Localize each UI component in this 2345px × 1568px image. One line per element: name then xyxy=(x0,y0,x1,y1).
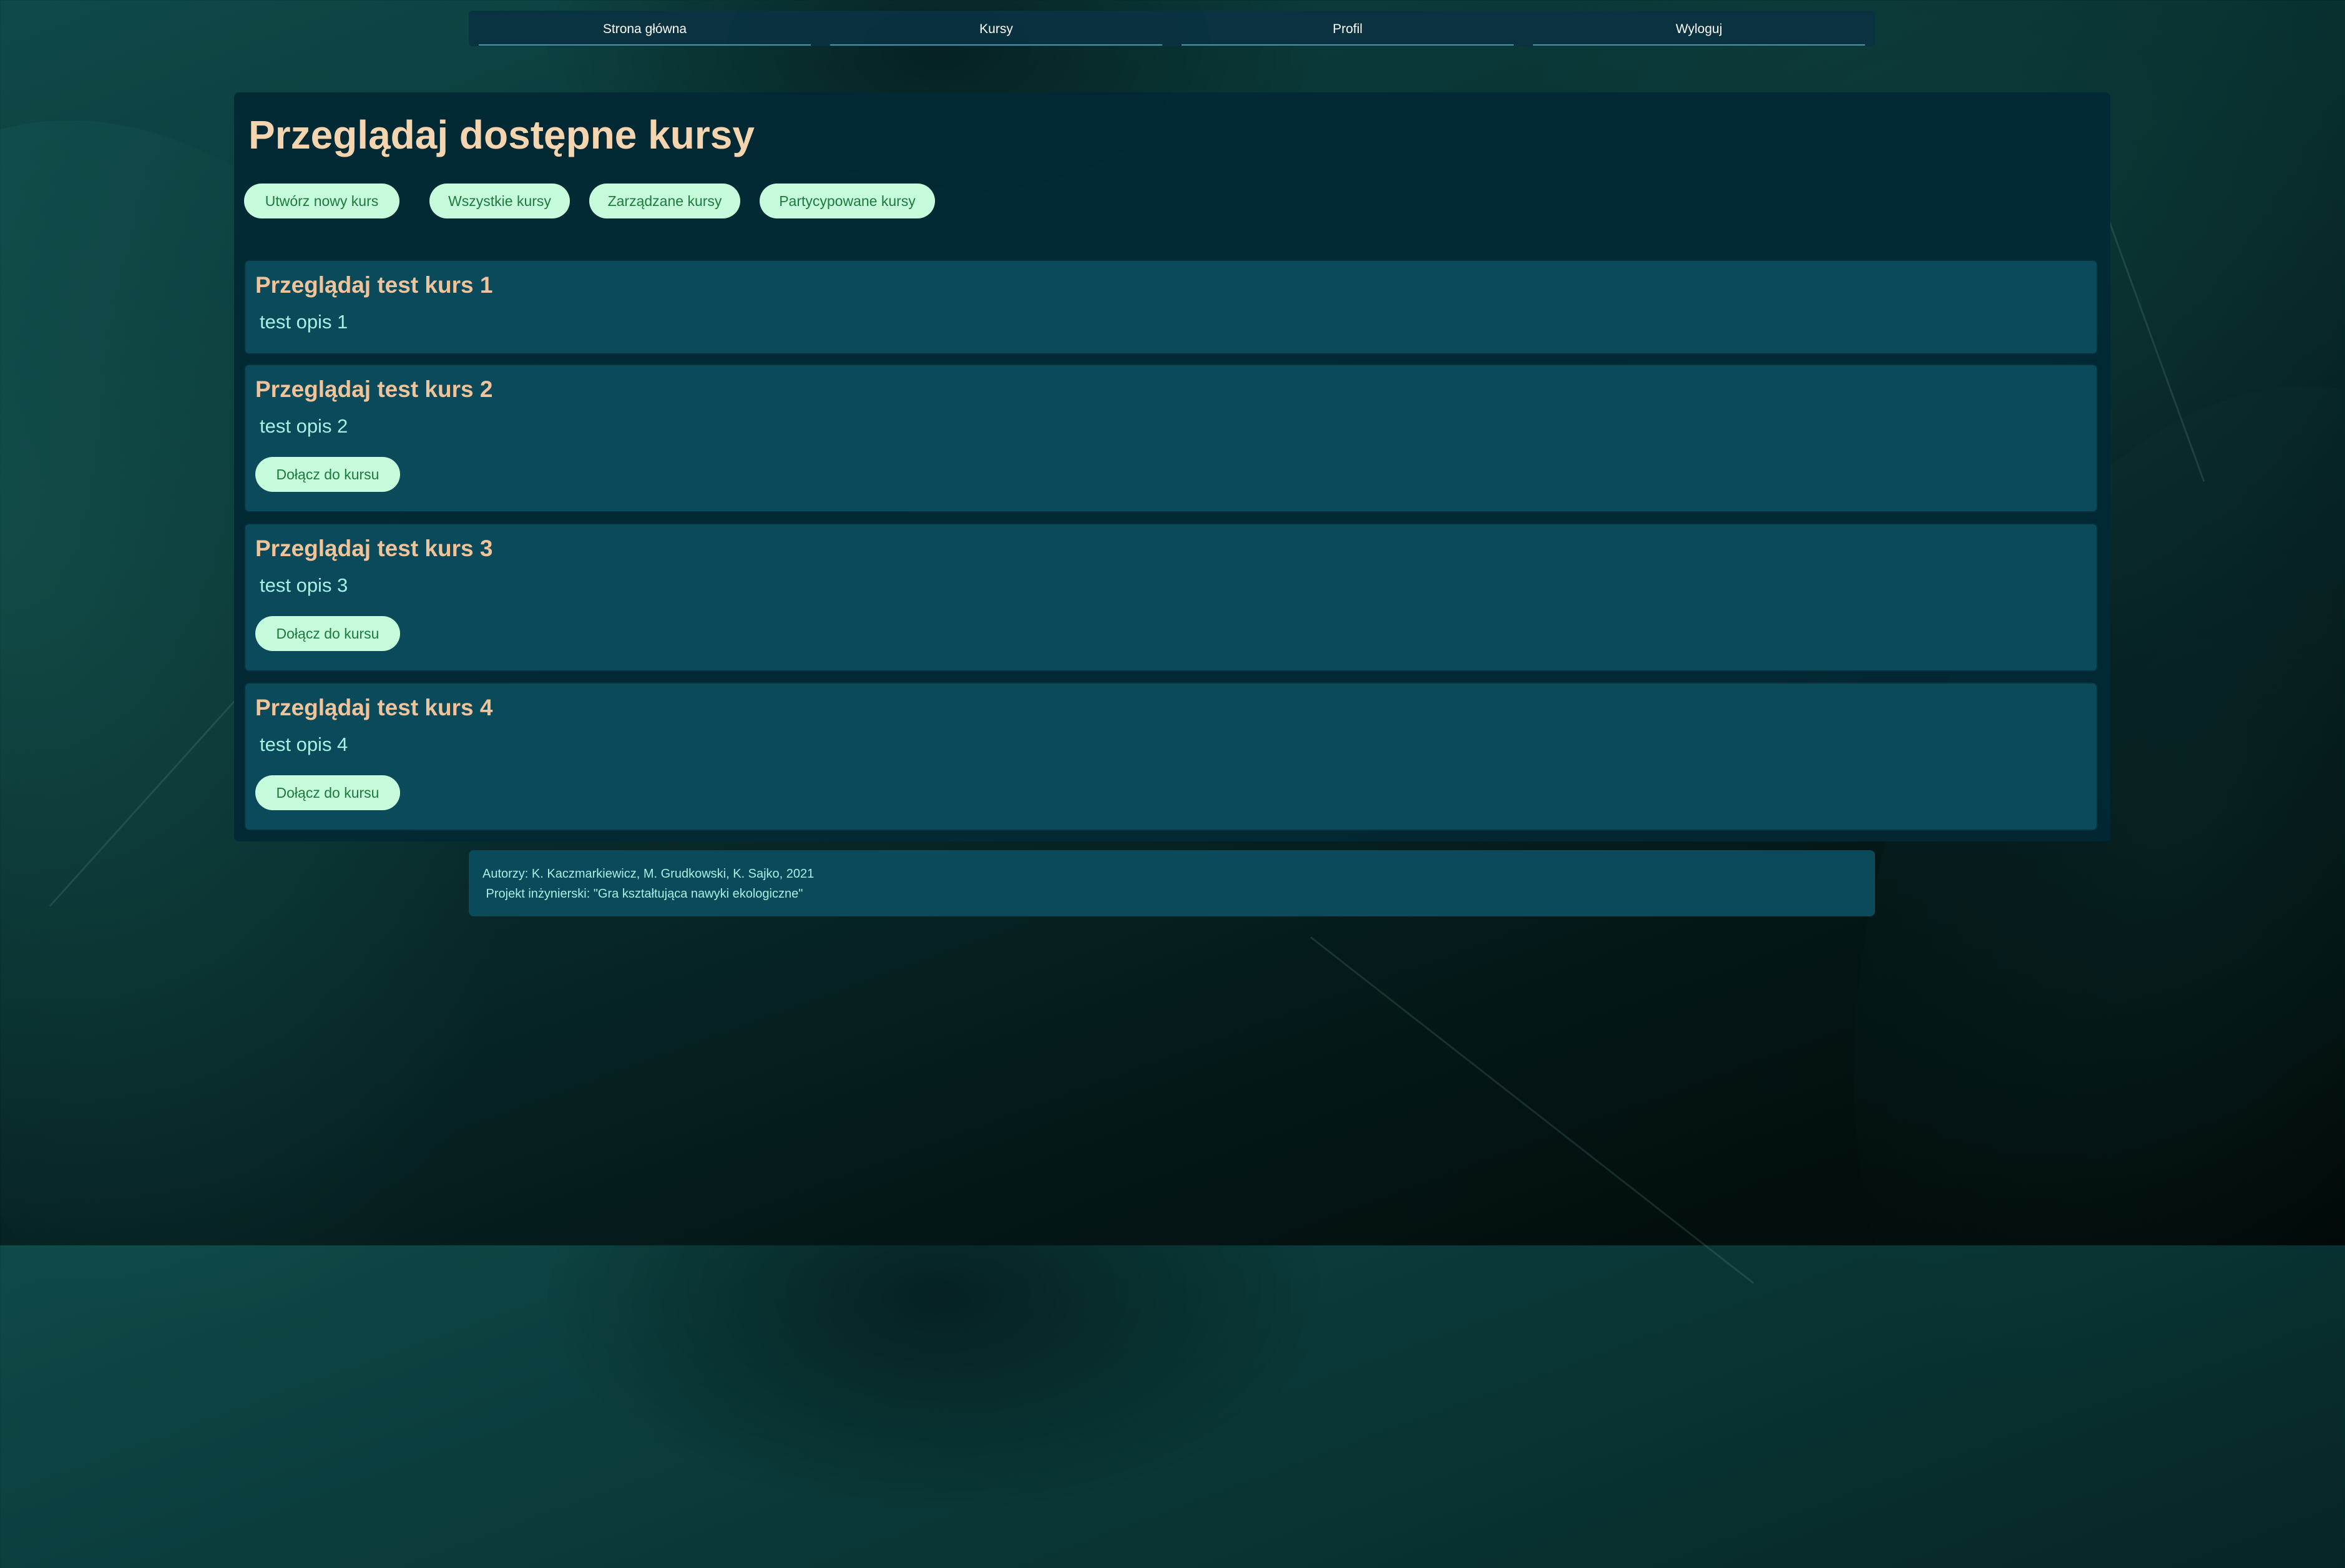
participated-courses-button[interactable]: Partycypowane kursy xyxy=(760,184,935,218)
course-title[interactable]: Przeglądaj test kurs 4 xyxy=(255,692,492,723)
course-title[interactable]: Przeglądaj test kurs 3 xyxy=(255,533,492,564)
join-course-button[interactable]: Dołącz do kursu xyxy=(255,616,400,651)
footer-project: Projekt inżynierski: "Gra kształtująca n… xyxy=(482,887,803,901)
create-course-button[interactable]: Utwórz nowy kurs xyxy=(244,184,399,218)
courses-panel: Przeglądaj dostępne kursy Utwórz nowy ku… xyxy=(234,92,2110,841)
course-description: test opis 2 xyxy=(260,415,348,437)
footer: Autorzy: K. Kaczmarkiewicz, M. Grudkowsk… xyxy=(469,850,1875,916)
course-description: test opis 4 xyxy=(260,733,348,755)
course-description: test opis 1 xyxy=(260,311,348,333)
background-leaf-vein xyxy=(1310,936,1755,1284)
nav-link-logout[interactable]: Wyloguj xyxy=(1533,18,1865,46)
course-title[interactable]: Przeglądaj test kurs 1 xyxy=(255,270,492,301)
join-course-button[interactable]: Dołącz do kursu xyxy=(255,775,400,810)
all-courses-button[interactable]: Wszystkie kursy xyxy=(429,184,570,218)
footer-authors: Autorzy: K. Kaczmarkiewicz, M. Grudkowsk… xyxy=(482,867,815,881)
course-card: Przeglądaj test kurs 3 test opis 3 Dołąc… xyxy=(244,523,2098,672)
join-course-button[interactable]: Dołącz do kursu xyxy=(255,457,400,492)
course-title[interactable]: Przeglądaj test kurs 2 xyxy=(255,374,492,405)
course-card: Przeglądaj test kurs 1 test opis 1 xyxy=(244,260,2098,355)
page-title: Przeglądaj dostępne kursy xyxy=(248,112,755,157)
course-card: Przeglądaj test kurs 2 test opis 2 Dołąc… xyxy=(244,364,2098,512)
nav-link-profile[interactable]: Profil xyxy=(1182,18,1514,46)
nav-link-courses[interactable]: Kursy xyxy=(830,18,1162,46)
top-navigation: Strona główna Kursy Profil Wyloguj xyxy=(469,11,1875,46)
course-description: test opis 3 xyxy=(260,574,348,596)
course-card: Przeglądaj test kurs 4 test opis 4 Dołąc… xyxy=(244,682,2098,831)
managed-courses-button[interactable]: Zarządzane kursy xyxy=(589,184,740,218)
nav-link-home[interactable]: Strona główna xyxy=(479,18,811,46)
background-leaf-vein xyxy=(2096,187,2205,482)
